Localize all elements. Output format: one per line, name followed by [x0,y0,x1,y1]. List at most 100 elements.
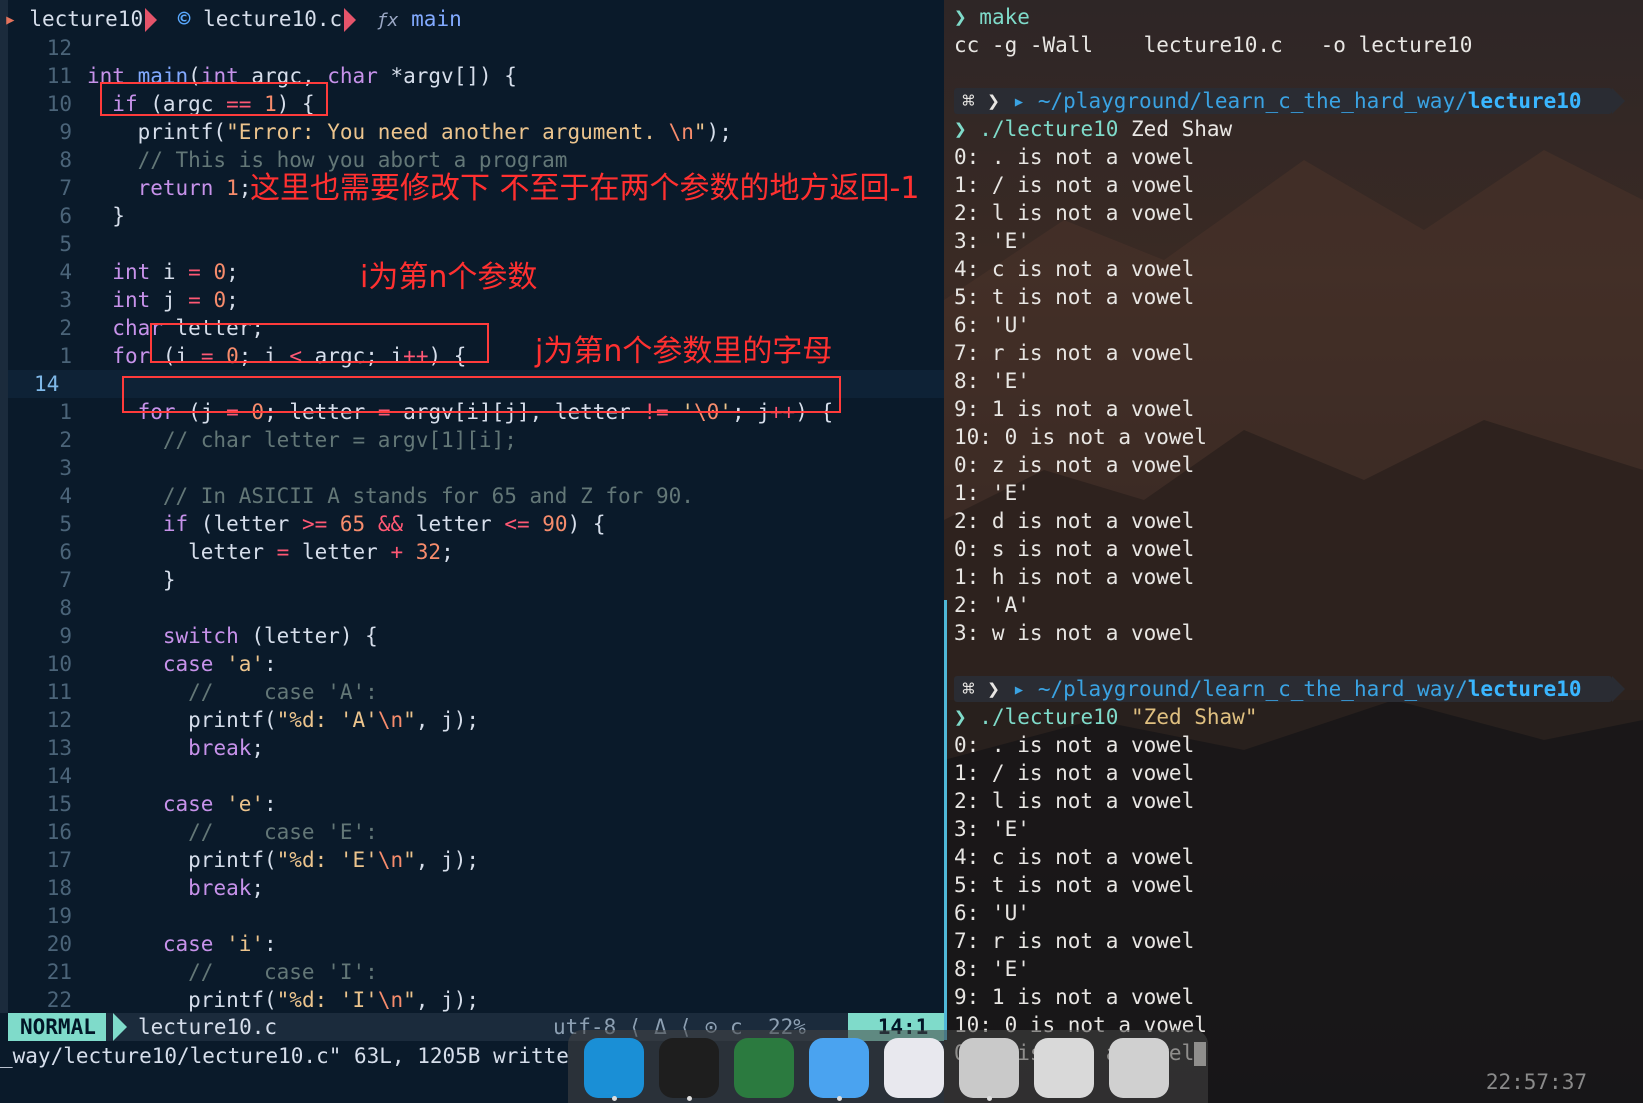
annotation-note-j: j为第n个参数里的字母 [535,334,833,369]
output-line: 1: / is not a vowel [954,759,1472,787]
code-text: // In ASICII A stands for 65 and Z for 9… [87,482,694,510]
line-number: 8 [59,148,72,172]
command-line-entry: ❯ ./lecture10 "Zed Shaw" [954,703,1472,731]
code-token: switch [162,624,239,648]
code-token: int [112,288,151,312]
code-line[interactable]: 12 [8,34,944,62]
breadcrumb-symbol[interactable]: main [411,0,462,38]
code-text: if (letter >= 65 && letter <= 90) { [87,510,606,538]
neovim-editor-pane[interactable]: ▸ lecture10 © lecture10.c ƒx main 12 11 in… [0,0,944,1103]
code-token: 'a' [226,652,265,676]
output-text: 3: 'E' [954,229,1030,253]
output-text: 7: r is not a vowel [954,929,1195,953]
code-line[interactable]: 4 // In ASICII A stands for 65 and Z for… [8,482,944,510]
apple-icon: ⌘ ❯ [962,677,1013,701]
code-line[interactable]: 9 printf("Error: You need another argume… [8,118,944,146]
breadcrumb-separator-icon [344,8,357,32]
code-line[interactable]: 18 break; [8,874,944,902]
neovim-app-icon[interactable] [734,1038,794,1098]
output-line: 8: 'E' [954,367,1472,395]
code-text: printf("%d: 'E'\n", j); [87,846,479,874]
c-file-icon: © [177,7,191,31]
code-token: // In ASICII A stands for 65 and Z for 9… [87,484,694,508]
output-line: 3: 'E' [954,815,1472,843]
code-line[interactable]: 12 printf("%d: 'A'\n", j); [8,706,944,734]
code-line[interactable]: 7 } [8,566,944,594]
command-text: make [979,5,1030,29]
output-text: cc -g -Wall lecture10.c -o lecture10 [954,33,1473,57]
java-app-icon[interactable] [959,1038,1019,1098]
code-line[interactable]: 20 case 'i': [8,930,944,958]
line-number: 17 [46,848,72,872]
code-line[interactable]: 8 [8,594,944,622]
line-number: 5 [59,232,72,256]
shell-prompt: ⌘ ❯ ▸ ~/playground/learn_c_the_hard_way/… [954,675,1625,703]
command-args: "Zed Shaw" [1131,705,1258,729]
code-text: // case 'I': [87,958,378,986]
terminal-output[interactable]: ❯ make cc -g -Wall lecture10.c -o lecture… [954,3,1625,1067]
code-token: (letter) { [238,624,378,648]
prompt-arrow-icon [1612,88,1625,114]
code-text: case 'i': [87,930,277,958]
code-token: letter [87,540,277,564]
finder-app-icon[interactable] [809,1038,869,1098]
output-text: 3: w is not a vowel [954,621,1195,645]
code-line[interactable]: 22 printf("%d: 'I'\n", j); [8,986,944,1014]
folder-icon: ▸ [4,7,17,31]
breadcrumb-file[interactable]: lecture10.c [203,0,342,38]
code-line[interactable]: 14 [8,762,944,790]
code-line[interactable]: 10 case 'a': [8,650,944,678]
code-line[interactable]: 15 case 'e': [8,790,944,818]
code-token: >= [301,512,328,536]
code-token: } [87,568,176,592]
edge-app-icon[interactable] [584,1038,644,1098]
breadcrumb-folder[interactable]: lecture10 [29,0,143,38]
code-token: \n [668,120,694,144]
line-number: 2 [59,316,72,340]
line-number: 4 [59,260,72,284]
line-number: 12 [46,36,72,60]
line-number: 6 [59,540,72,564]
code-token: ; [251,736,265,760]
code-text: switch (letter) { [87,622,378,650]
code-line[interactable]: 2 // char letter = argv[1][i]; [8,426,944,454]
code-token: printf( [87,848,277,872]
terminal-scrollbar[interactable] [944,600,947,1040]
code-line[interactable]: 5 if (letter >= 65 && letter <= 90) { [8,510,944,538]
terminal-app-icon[interactable] [659,1038,719,1098]
trash-app-icon[interactable] [1034,1038,1094,1098]
code-token: break [188,736,252,760]
code-line[interactable]: 21 // case 'I': [8,958,944,986]
output-text: 9: 1 is not a vowel [954,985,1195,1009]
output-line: 4: c is not a vowel [954,255,1472,283]
annotation-note-i: i为第n个参数 [360,260,538,295]
code-line[interactable]: 13 break; [8,734,944,762]
code-line[interactable]: 17 printf("%d: 'E'\n", j); [8,846,944,874]
code-line[interactable]: 9 switch (letter) { [8,622,944,650]
code-token: " [693,120,707,144]
code-line[interactable]: 3 [8,454,944,482]
code-line[interactable]: 16 // case 'E': [8,818,944,846]
output-text: 8: 'E' [954,369,1030,393]
code-token: : [264,932,277,956]
output-line: 2: d is not a vowel [954,507,1472,535]
output-text: 5: t is not a vowel [954,285,1195,309]
output-line: 5: t is not a vowel [954,283,1472,311]
output-text: 1: 'E' [954,481,1030,505]
settings-toggle-app-icon[interactable] [884,1038,944,1098]
code-token: : [264,652,277,676]
code-line[interactable]: 19 [8,902,944,930]
code-text: printf("Error: You need another argument… [87,118,732,146]
code-token: 'e' [226,792,265,816]
code-token: 0 [213,260,227,284]
code-line[interactable]: 11 // case 'A': [8,678,944,706]
code-token: // char letter = argv[1][i]; [87,428,517,452]
launchpad-app-icon[interactable] [1109,1038,1169,1098]
code-line[interactable]: 6 letter = letter + 32; [8,538,944,566]
code-token: 'i' [226,932,265,956]
terminal-pane[interactable]: ❯ make cc -g -Wall lecture10.c -o lecture… [944,0,1643,1103]
code-token: case [162,652,214,676]
